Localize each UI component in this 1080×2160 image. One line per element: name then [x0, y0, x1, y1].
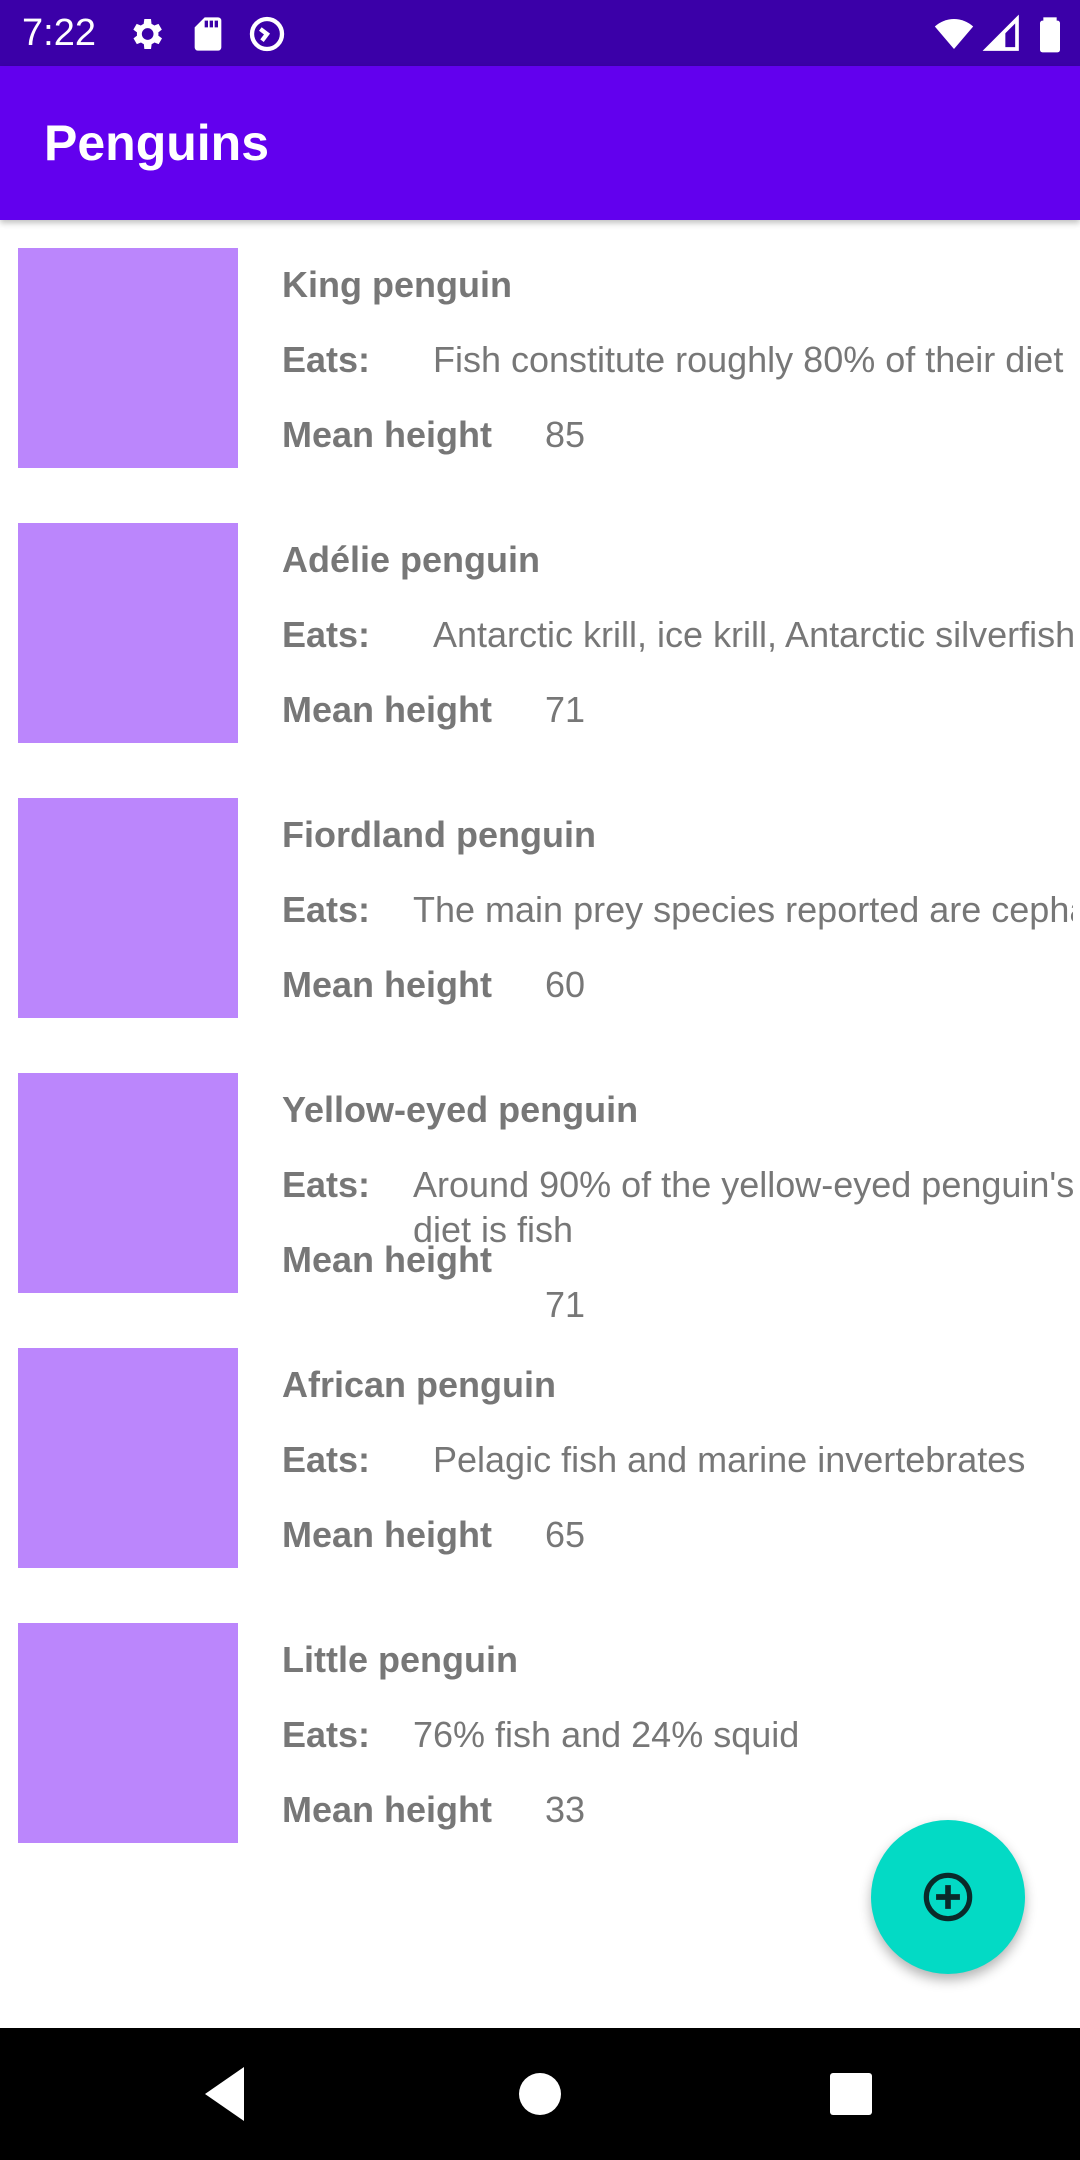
mean-height-value: 33 [545, 1789, 586, 1830]
eats-label: Eats: [282, 1439, 371, 1480]
recents-icon[interactable] [815, 2058, 887, 2130]
status-time: 7:22 [22, 12, 96, 54]
mean-height-label: Mean height [282, 964, 493, 1005]
penguin-name: African penguin [282, 1364, 557, 1405]
wifi-icon [934, 14, 974, 54]
vpn-icon [247, 14, 287, 54]
mean-height-label: Mean height [282, 1789, 493, 1830]
eats-label: Eats: [282, 1164, 371, 1205]
penguin-thumbnail [18, 523, 238, 743]
mean-height-value: 60 [545, 964, 586, 1005]
penguin-name: Yellow-eyed penguin [282, 1089, 639, 1130]
eats-value: Antarctic krill, ice krill, Antarctic si… [433, 614, 1076, 655]
eats-label: Eats: [282, 339, 371, 380]
add-circle-icon [923, 1872, 973, 1922]
settings-icon [126, 14, 166, 54]
eats-value: Pelagic fish and marine invertebrates [433, 1439, 1026, 1480]
app-bar: Penguins [0, 66, 1080, 220]
list-item[interactable]: Yellow-eyed penguin Eats: Around 90% of … [0, 1045, 1080, 1325]
eats-label: Eats: [282, 614, 371, 655]
mean-height-value: 85 [545, 414, 586, 455]
penguin-thumbnail [18, 1348, 238, 1568]
eats-value: Fish constitute roughly 80% of their die… [433, 339, 1064, 380]
mean-height-label: Mean height [282, 1239, 493, 1280]
eats-value: Around 90% of the yellow-eyed penguin's … [413, 1164, 1075, 1250]
penguin-name: Little penguin [282, 1639, 518, 1680]
penguin-thumbnail [18, 1073, 238, 1293]
app-title: Penguins [44, 115, 270, 171]
signal-icon [982, 14, 1022, 54]
battery-icon [1030, 14, 1070, 54]
mean-height-value: 65 [545, 1514, 586, 1555]
list-item[interactable]: African penguin Eats: Pelagic fish and m… [0, 1320, 1080, 1595]
eats-value: The main prey species reported are cepha… [413, 889, 1073, 930]
eats-value: 76% fish and 24% squid [413, 1714, 800, 1755]
list-item[interactable]: Fiordland penguin Eats: The main prey sp… [0, 770, 1080, 1045]
penguin-thumbnail [18, 248, 238, 468]
mean-height-label: Mean height [282, 414, 493, 455]
mean-height-label: Mean height [282, 1514, 493, 1555]
home-icon[interactable] [504, 2058, 576, 2130]
list-item[interactable]: King penguin Eats: Fish constitute rough… [0, 220, 1080, 495]
navigation-bar [0, 2028, 1080, 2160]
penguin-name: King penguin [282, 264, 512, 305]
list-item[interactable]: Adélie penguin Eats: Antarctic krill, ic… [0, 495, 1080, 770]
sd-card-icon [188, 14, 228, 54]
eats-label: Eats: [282, 1714, 371, 1755]
eats-label: Eats: [282, 889, 371, 930]
mean-height-value: 71 [545, 689, 586, 730]
add-penguin-button[interactable] [871, 1820, 1025, 1974]
penguin-thumbnail [18, 1623, 238, 1843]
penguin-thumbnail [18, 798, 238, 1018]
back-icon[interactable] [193, 2058, 265, 2130]
penguin-name: Fiordland penguin [282, 814, 596, 855]
mean-height-label: Mean height [282, 689, 493, 730]
penguin-name: Adélie penguin [282, 539, 541, 580]
status-bar: 7:22 [0, 0, 1080, 66]
